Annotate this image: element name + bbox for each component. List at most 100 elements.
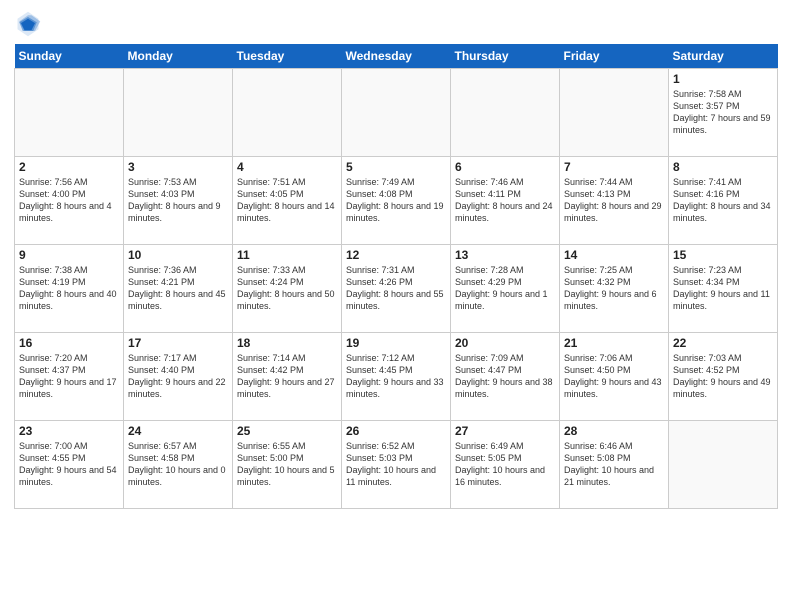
day-number: 3 — [128, 160, 228, 174]
day-info: Sunrise: 6:49 AM Sunset: 5:05 PM Dayligh… — [455, 440, 555, 489]
logo-icon — [14, 10, 42, 38]
weekday-header-thursday: Thursday — [451, 44, 560, 69]
day-number: 11 — [237, 248, 337, 262]
day-number: 24 — [128, 424, 228, 438]
day-number: 20 — [455, 336, 555, 350]
weekday-header-tuesday: Tuesday — [233, 44, 342, 69]
calendar-day-10: 10Sunrise: 7:36 AM Sunset: 4:21 PM Dayli… — [124, 245, 233, 333]
weekday-header-wednesday: Wednesday — [342, 44, 451, 69]
day-number: 5 — [346, 160, 446, 174]
day-number: 26 — [346, 424, 446, 438]
calendar-day-empty — [233, 69, 342, 157]
calendar-day-2: 2 Sunrise: 7:56 AM Sunset: 4:00 PM Daylig… — [15, 157, 124, 245]
calendar-day-empty — [342, 69, 451, 157]
calendar-day-9: 9 Sunrise: 7:38 AM Sunset: 4:19 PM Daylig… — [15, 245, 124, 333]
calendar-day-22: 22 Sunrise: 7:03 AM Sunset: 4:52 PM Dayli… — [669, 333, 778, 421]
header — [14, 10, 778, 38]
day-info: Sunrise: 7:58 AM Sunset: 3:57 PM Dayligh… — [673, 88, 773, 137]
calendar-day-11: 11 Sunrise: 7:33 AM Sunset: 4:24 PM Dayli… — [233, 245, 342, 333]
day-number: 16 — [19, 336, 119, 350]
page-container: SundayMondayTuesdayWednesdayThursdayFrid… — [0, 0, 792, 519]
calendar-day-7: 7 Sunrise: 7:44 AM Sunset: 4:13 PM Daylig… — [560, 157, 669, 245]
day-number: 28 — [564, 424, 664, 438]
day-info: Sunrise: 7:03 AM Sunset: 4:52 PM Dayligh… — [673, 352, 773, 401]
day-number: 1 — [673, 72, 773, 86]
calendar-week-row: 1 Sunrise: 7:58 AM Sunset: 3:57 PM Daylig… — [15, 69, 778, 157]
day-number: 9 — [19, 248, 119, 262]
day-number: 27 — [455, 424, 555, 438]
day-number: 23 — [19, 424, 119, 438]
weekday-header-saturday: Saturday — [669, 44, 778, 69]
day-number: 17 — [128, 336, 228, 350]
calendar-day-19: 19 Sunrise: 7:12 AM Sunset: 4:45 PM Dayli… — [342, 333, 451, 421]
calendar-table: SundayMondayTuesdayWednesdayThursdayFrid… — [14, 44, 778, 509]
calendar-week-row: 9 Sunrise: 7:38 AM Sunset: 4:19 PM Daylig… — [15, 245, 778, 333]
day-number: 8 — [673, 160, 773, 174]
calendar-week-row: 16 Sunrise: 7:20 AM Sunset: 4:37 PM Dayli… — [15, 333, 778, 421]
calendar-day-empty — [124, 69, 233, 157]
day-number: 21 — [564, 336, 664, 350]
day-info: Sunrise: 6:57 AM Sunset: 4:58 PM Dayligh… — [128, 440, 228, 489]
calendar-day-8: 8 Sunrise: 7:41 AM Sunset: 4:16 PM Daylig… — [669, 157, 778, 245]
weekday-header-friday: Friday — [560, 44, 669, 69]
calendar-day-23: 23Sunrise: 7:00 AM Sunset: 4:55 PM Dayli… — [15, 421, 124, 509]
calendar-day-1: 1 Sunrise: 7:58 AM Sunset: 3:57 PM Daylig… — [669, 69, 778, 157]
day-number: 14 — [564, 248, 664, 262]
day-info: Sunrise: 6:52 AM Sunset: 5:03 PM Dayligh… — [346, 440, 446, 489]
calendar-day-4: 4 Sunrise: 7:51 AM Sunset: 4:05 PM Daylig… — [233, 157, 342, 245]
day-info: Sunrise: 7:49 AM Sunset: 4:08 PM Dayligh… — [346, 176, 446, 225]
day-number: 13 — [455, 248, 555, 262]
calendar-day-empty — [451, 69, 560, 157]
day-info: Sunrise: 7:41 AM Sunset: 4:16 PM Dayligh… — [673, 176, 773, 225]
day-number: 4 — [237, 160, 337, 174]
calendar-day-16: 16 Sunrise: 7:20 AM Sunset: 4:37 PM Dayli… — [15, 333, 124, 421]
day-number: 22 — [673, 336, 773, 350]
day-info: Sunrise: 6:46 AM Sunset: 5:08 PM Dayligh… — [564, 440, 664, 489]
calendar-day-6: 6 Sunrise: 7:46 AM Sunset: 4:11 PM Daylig… — [451, 157, 560, 245]
calendar-day-26: 26 Sunrise: 6:52 AM Sunset: 5:03 PM Dayli… — [342, 421, 451, 509]
logo — [14, 10, 46, 38]
day-number: 2 — [19, 160, 119, 174]
day-number: 19 — [346, 336, 446, 350]
day-info: Sunrise: 7:33 AM Sunset: 4:24 PM Dayligh… — [237, 264, 337, 313]
calendar-day-28: 28 Sunrise: 6:46 AM Sunset: 5:08 PM Dayli… — [560, 421, 669, 509]
weekday-header-row: SundayMondayTuesdayWednesdayThursdayFrid… — [15, 44, 778, 69]
weekday-header-monday: Monday — [124, 44, 233, 69]
day-info: Sunrise: 7:14 AM Sunset: 4:42 PM Dayligh… — [237, 352, 337, 401]
calendar-day-17: 17 Sunrise: 7:17 AM Sunset: 4:40 PM Dayli… — [124, 333, 233, 421]
day-info: Sunrise: 7:38 AM Sunset: 4:19 PM Dayligh… — [19, 264, 119, 313]
day-info: Sunrise: 7:53 AM Sunset: 4:03 PM Dayligh… — [128, 176, 228, 225]
calendar-day-empty — [15, 69, 124, 157]
day-info: Sunrise: 7:31 AM Sunset: 4:26 PM Dayligh… — [346, 264, 446, 313]
day-number: 6 — [455, 160, 555, 174]
day-number: 7 — [564, 160, 664, 174]
day-info: Sunrise: 7:12 AM Sunset: 4:45 PM Dayligh… — [346, 352, 446, 401]
day-number: 25 — [237, 424, 337, 438]
day-info: Sunrise: 7:20 AM Sunset: 4:37 PM Dayligh… — [19, 352, 119, 401]
calendar-week-row: 2 Sunrise: 7:56 AM Sunset: 4:00 PM Daylig… — [15, 157, 778, 245]
day-info: Sunrise: 7:44 AM Sunset: 4:13 PM Dayligh… — [564, 176, 664, 225]
calendar-day-14: 14Sunrise: 7:25 AM Sunset: 4:32 PM Dayli… — [560, 245, 669, 333]
calendar-day-15: 15Sunrise: 7:23 AM Sunset: 4:34 PM Dayli… — [669, 245, 778, 333]
day-number: 12 — [346, 248, 446, 262]
calendar-day-18: 18Sunrise: 7:14 AM Sunset: 4:42 PM Dayli… — [233, 333, 342, 421]
calendar-day-empty — [669, 421, 778, 509]
calendar-day-5: 5 Sunrise: 7:49 AM Sunset: 4:08 PM Daylig… — [342, 157, 451, 245]
day-info: Sunrise: 7:56 AM Sunset: 4:00 PM Dayligh… — [19, 176, 119, 225]
day-info: Sunrise: 7:06 AM Sunset: 4:50 PM Dayligh… — [564, 352, 664, 401]
day-info: Sunrise: 7:51 AM Sunset: 4:05 PM Dayligh… — [237, 176, 337, 225]
day-info: Sunrise: 7:36 AM Sunset: 4:21 PM Dayligh… — [128, 264, 228, 313]
day-info: Sunrise: 7:46 AM Sunset: 4:11 PM Dayligh… — [455, 176, 555, 225]
calendar-day-25: 25 Sunrise: 6:55 AM Sunset: 5:00 PM Dayli… — [233, 421, 342, 509]
weekday-header-sunday: Sunday — [15, 44, 124, 69]
day-info: Sunrise: 7:17 AM Sunset: 4:40 PM Dayligh… — [128, 352, 228, 401]
calendar-day-21: 21 Sunrise: 7:06 AM Sunset: 4:50 PM Dayli… — [560, 333, 669, 421]
day-number: 15 — [673, 248, 773, 262]
calendar-week-row: 23Sunrise: 7:00 AM Sunset: 4:55 PM Dayli… — [15, 421, 778, 509]
calendar-day-13: 13Sunrise: 7:28 AM Sunset: 4:29 PM Dayli… — [451, 245, 560, 333]
calendar-day-3: 3 Sunrise: 7:53 AM Sunset: 4:03 PM Daylig… — [124, 157, 233, 245]
calendar-day-12: 12 Sunrise: 7:31 AM Sunset: 4:26 PM Dayli… — [342, 245, 451, 333]
day-info: Sunrise: 6:55 AM Sunset: 5:00 PM Dayligh… — [237, 440, 337, 489]
day-info: Sunrise: 7:09 AM Sunset: 4:47 PM Dayligh… — [455, 352, 555, 401]
calendar-day-27: 27 Sunrise: 6:49 AM Sunset: 5:05 PM Dayli… — [451, 421, 560, 509]
